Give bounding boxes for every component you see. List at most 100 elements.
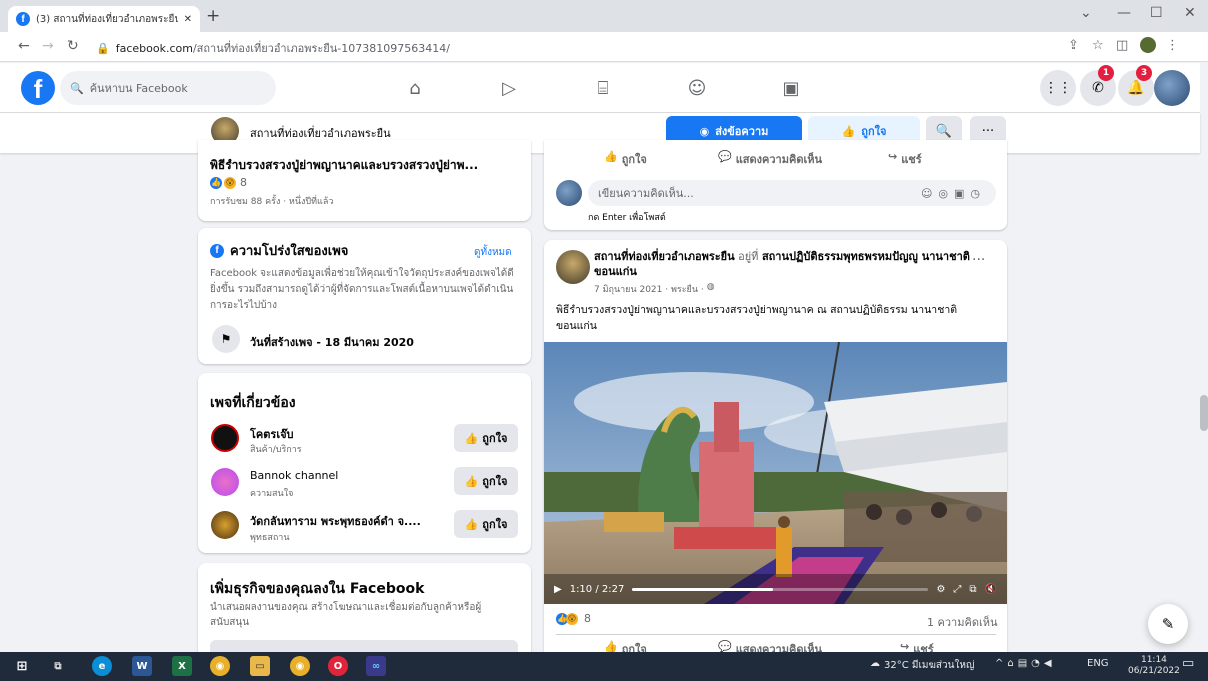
edge-icon[interactable]: e bbox=[92, 656, 112, 676]
like-action-button[interactable]: 👍 ถูกใจ bbox=[604, 150, 647, 168]
transparency-title: ความโปร่งใสของเพจ bbox=[230, 244, 349, 259]
video-post-title[interactable]: พิธีรำบรวงสรวงปู่ย่าพญานาคและบรวงสรวงปู่… bbox=[210, 156, 478, 175]
post-author-avatar[interactable] bbox=[556, 250, 590, 284]
related-page-name[interactable]: โคตรเจ๊บ bbox=[250, 425, 294, 443]
messenger-badge: 1 bbox=[1098, 65, 1114, 81]
account-avatar[interactable] bbox=[1154, 70, 1190, 106]
like-label: ถูกใจ bbox=[482, 475, 508, 488]
mute-icon[interactable]: 🔇 bbox=[985, 584, 997, 595]
reaction-summary[interactable]: 👍 😮 8 bbox=[210, 176, 247, 189]
new-tab-icon[interactable]: + bbox=[206, 6, 220, 26]
related-page-category: สินค้า/บริการ bbox=[250, 445, 302, 455]
notification-center-icon[interactable]: ▭ bbox=[1182, 656, 1194, 671]
marketplace-icon[interactable]: ⌸ bbox=[591, 78, 615, 99]
post-divider bbox=[556, 634, 996, 635]
watch-icon[interactable]: ▷ bbox=[497, 78, 521, 99]
video-progress-bar[interactable] bbox=[632, 587, 929, 591]
url-path: /สถานที่ท่องเที่ยวอำเภอพระยืน-1073810975… bbox=[192, 42, 450, 55]
comment-input[interactable]: เขียนความคิดเห็น... ☺◎▣◷ bbox=[588, 180, 996, 206]
star-icon[interactable]: ☆ bbox=[1092, 38, 1104, 53]
reload-icon[interactable]: ↻ bbox=[67, 38, 79, 54]
page-created-date: วันที่สร้างเพจ - 18 มีนาคม 2020 bbox=[250, 336, 414, 349]
comment-action-label: แสดงความคิดเห็น bbox=[735, 153, 823, 166]
close-window-icon[interactable]: ✕ bbox=[1184, 5, 1196, 21]
like-page-label: ถูกใจ bbox=[861, 125, 887, 138]
menu-grid-icon[interactable]: ⋮⋮ bbox=[1040, 70, 1076, 106]
wow-reaction-icon: 😮 bbox=[566, 612, 578, 625]
like-action-label: ถูกใจ bbox=[621, 153, 647, 166]
share-icon: ↪ bbox=[888, 150, 898, 163]
like-related-page-button[interactable]: 👍 ถูกใจ bbox=[454, 510, 518, 538]
like-related-page-button[interactable]: 👍 ถูกใจ bbox=[454, 467, 518, 495]
app-icon[interactable]: ∞ bbox=[366, 656, 386, 676]
gaming-icon[interactable]: ▣ bbox=[779, 78, 803, 99]
miniplayer-icon[interactable]: ⧉ bbox=[969, 584, 976, 595]
chrome-icon[interactable]: ◉ bbox=[210, 656, 230, 676]
input-language[interactable]: ENG bbox=[1087, 658, 1109, 669]
like-label: ถูกใจ bbox=[482, 432, 508, 445]
file-explorer-icon[interactable]: ▭ bbox=[250, 656, 270, 676]
forward-icon[interactable]: → bbox=[42, 38, 54, 54]
profile-avatar[interactable] bbox=[1140, 37, 1156, 53]
task-view-icon[interactable]: ⧉ bbox=[48, 656, 68, 676]
close-tab-icon[interactable]: ✕ bbox=[184, 14, 192, 25]
comment-action-button[interactable]: 💬 แสดงความคิดเห็น bbox=[718, 150, 822, 168]
comment-tools-icon[interactable]: ☺◎▣◷ bbox=[921, 187, 986, 200]
comment-placeholder: เขียนความคิดเห็น... bbox=[598, 187, 694, 200]
maximize-icon[interactable]: ☐ bbox=[1150, 5, 1163, 21]
kebab-menu-icon[interactable]: ⋮ bbox=[1166, 38, 1179, 53]
word-icon[interactable]: W bbox=[132, 656, 152, 676]
chrome-icon[interactable]: ◉ bbox=[290, 656, 310, 676]
facebook-logo-icon[interactable]: f bbox=[21, 71, 55, 105]
post-date-line[interactable]: 7 มิถุนายน 2021 · พระยืน · ◍ bbox=[594, 282, 715, 296]
globe-icon: ◍ bbox=[706, 282, 715, 292]
opera-icon[interactable]: O bbox=[328, 656, 348, 676]
play-icon[interactable]: ▶ bbox=[554, 584, 562, 595]
back-icon[interactable]: ← bbox=[18, 38, 30, 54]
related-page-name[interactable]: Bannok channel bbox=[250, 469, 338, 482]
url-field[interactable]: 🔒 facebook.com/สถานที่ท่องเที่ยวอำเภอพระ… bbox=[96, 39, 450, 57]
enter-hint: กด Enter เพื่อโพสต์ bbox=[588, 213, 666, 223]
share-action-button[interactable]: ↪ แชร์ bbox=[888, 150, 922, 168]
windows-start-icon[interactable]: ⊞ bbox=[12, 656, 32, 676]
compose-icon: ✎ bbox=[1161, 615, 1175, 633]
sidepanel-icon[interactable]: ◫ bbox=[1116, 38, 1128, 53]
scrollbar-thumb[interactable] bbox=[1200, 395, 1208, 431]
notifications-badge: 3 bbox=[1136, 65, 1152, 81]
thumbs-up-icon: 👍 bbox=[464, 474, 479, 488]
related-page-avatar[interactable] bbox=[211, 511, 239, 539]
post-date: 7 มิถุนายน 2021 · พระยืน · bbox=[594, 285, 704, 295]
browser-tab[interactable]: f (3) สถานที่ท่องเที่ยวอำเภอพระยืน | Fa … bbox=[8, 6, 200, 32]
post-options-icon[interactable]: ··· bbox=[972, 252, 985, 268]
search-icon: 🔍 bbox=[70, 81, 84, 95]
see-all-link[interactable]: ดูทั้งหมด bbox=[474, 245, 512, 260]
chevron-down-icon[interactable]: ⌄ bbox=[1080, 5, 1092, 21]
related-page-name[interactable]: วัดกลันทาราม พระพุทธองค์ดำ จ.... bbox=[250, 512, 421, 530]
related-page-avatar[interactable] bbox=[211, 468, 239, 496]
video-frame bbox=[544, 342, 1007, 604]
minimize-icon[interactable]: — bbox=[1117, 5, 1131, 21]
new-message-button[interactable]: ✎ bbox=[1148, 604, 1188, 644]
weather-text: 32°C มีเมฆส่วนใหญ่ bbox=[884, 660, 975, 671]
settings-icon[interactable]: ⚙ bbox=[936, 584, 945, 595]
like-related-page-button[interactable]: 👍 ถูกใจ bbox=[454, 424, 518, 452]
post-video[interactable] bbox=[544, 342, 1007, 604]
expand-icon[interactable]: ⤢ bbox=[953, 584, 961, 595]
post-comment-count[interactable]: 1 ความคิดเห็น bbox=[927, 613, 998, 631]
clock[interactable]: 11:14 06/21/2022 bbox=[1128, 655, 1180, 677]
search-input[interactable]: 🔍 ค้นหาบน Facebook bbox=[60, 71, 276, 105]
weather-widget[interactable]: ☁ 32°C มีเมฆส่วนใหญ่ bbox=[870, 658, 974, 673]
home-icon[interactable]: ⌂ bbox=[403, 78, 427, 99]
commenter-avatar bbox=[556, 180, 582, 206]
post-author[interactable]: สถานที่ท่องเที่ยวอำเภอพระยืน bbox=[594, 250, 735, 263]
excel-icon[interactable]: X bbox=[172, 656, 192, 676]
tray-icons[interactable]: ^⌂▤◔◀ bbox=[995, 658, 1056, 669]
transparency-body: Facebook จะแสดงข้อมูลเพื่อช่วยให้คุณเข้า… bbox=[210, 268, 514, 311]
post-reactions[interactable]: 👍 😮 8 bbox=[556, 612, 591, 625]
related-pages-title: เพจที่เกี่ยวข้อง bbox=[210, 395, 296, 411]
related-page-avatar[interactable] bbox=[211, 424, 239, 452]
share-icon[interactable]: ⇪ bbox=[1068, 38, 1079, 53]
groups-icon[interactable]: ☺ bbox=[685, 78, 709, 99]
like-reaction-icon: 👍 bbox=[210, 176, 222, 189]
thumbs-up-icon: 👍 bbox=[841, 124, 856, 138]
